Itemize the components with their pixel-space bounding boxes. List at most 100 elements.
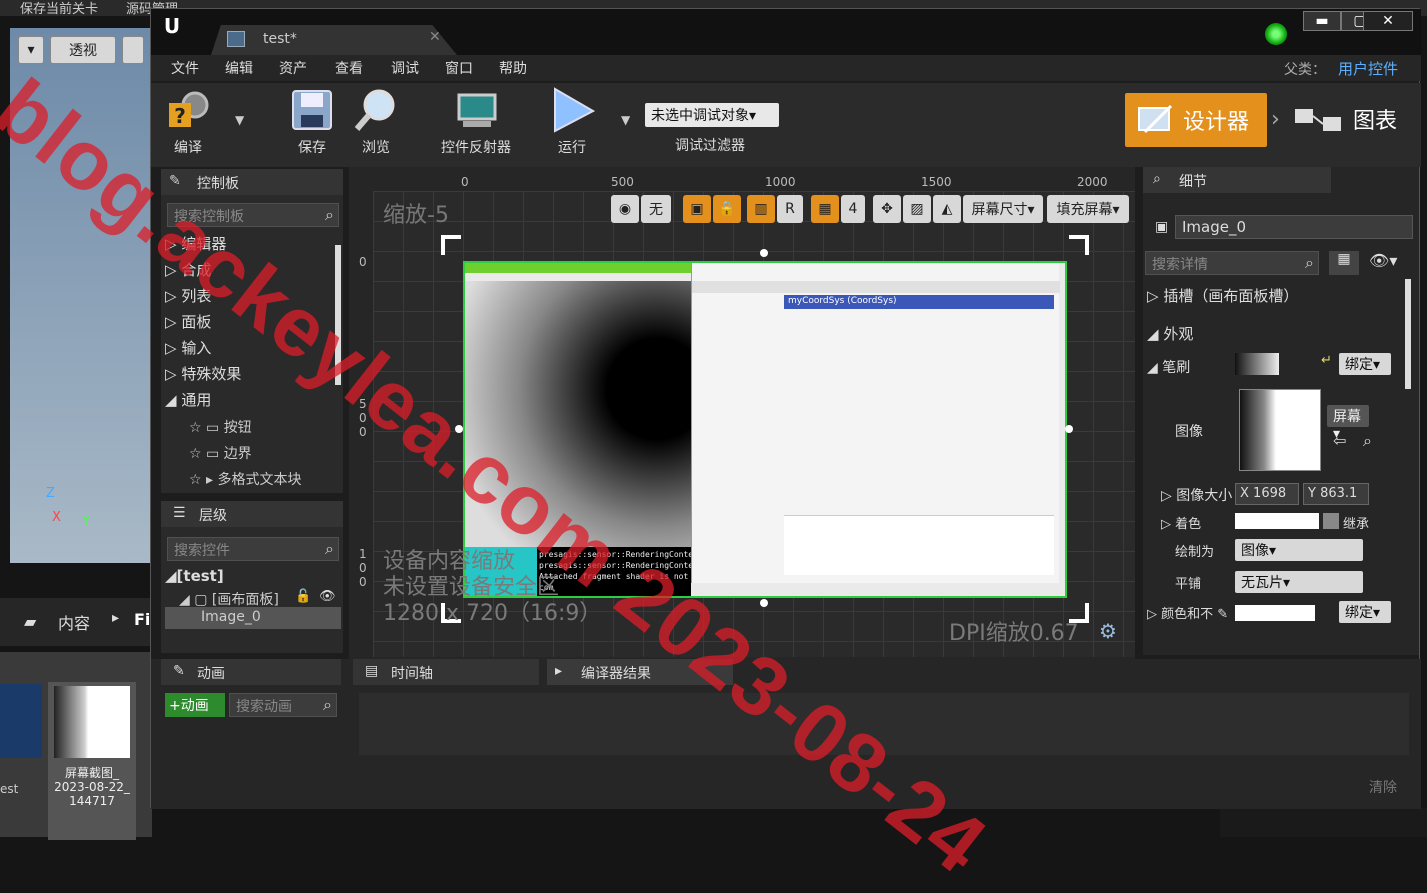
hierarchy-image-row[interactable]: Image_0 bbox=[165, 607, 341, 629]
close-button[interactable]: ✕ bbox=[1363, 11, 1413, 31]
draw-as-select[interactable]: 图像▾ bbox=[1235, 539, 1363, 561]
designer-mode-button[interactable]: 设计器 bbox=[1125, 93, 1267, 147]
view-mode-button[interactable] bbox=[122, 36, 144, 64]
widget-reflector-button[interactable]: 控件反射器 bbox=[441, 87, 511, 157]
menu-help[interactable]: 帮助 bbox=[499, 58, 527, 78]
asset-date: 2023-08-22_ bbox=[54, 780, 130, 794]
minimize-button[interactable]: ▬ bbox=[1303, 11, 1341, 31]
tint-color-swatch[interactable] bbox=[1235, 513, 1319, 529]
hierarchy-root[interactable]: ◢[test] bbox=[165, 567, 224, 585]
gear-icon[interactable]: ⚙ bbox=[1099, 619, 1117, 643]
grid-snap-value[interactable]: 4 bbox=[841, 195, 865, 223]
brush-bind-button[interactable]: 绑定▾ bbox=[1339, 353, 1391, 375]
localization-select[interactable]: 无 bbox=[641, 195, 671, 223]
image-icon[interactable]: ▨ bbox=[903, 195, 931, 223]
image-size-x-input[interactable]: X 1698 bbox=[1235, 483, 1299, 505]
menu-file[interactable]: 文件 bbox=[171, 58, 199, 78]
hierarchy-canvas-panel[interactable]: ◢ ▢ [画布面板] bbox=[179, 589, 279, 609]
resize-handle-top[interactable] bbox=[760, 249, 768, 257]
preview-inner-toolbar bbox=[692, 281, 1060, 293]
viewport-menu-button[interactable]: ▾ bbox=[18, 36, 44, 64]
content-path[interactable]: Fi bbox=[134, 610, 150, 629]
details-search-input[interactable]: 搜索详情 ⌕ bbox=[1145, 251, 1319, 275]
play-options-icon[interactable]: ▼ bbox=[621, 113, 630, 127]
ruler-left-0: 0 bbox=[359, 255, 367, 269]
palette-item-rich-text[interactable]: ☆ ▸ 多格式文本块 bbox=[189, 469, 301, 489]
tint-label[interactable]: ▷ 着色 bbox=[1161, 513, 1201, 532]
slot-section[interactable]: ▷ 插槽（画布面板槽） bbox=[1147, 285, 1298, 306]
eye-icon[interactable]: 👁▾ bbox=[1369, 251, 1397, 270]
image-asset-select[interactable]: 屏幕▾ bbox=[1327, 405, 1369, 442]
palette-item-button[interactable]: ☆ ▭ 按钮 bbox=[189, 417, 252, 437]
browse-button[interactable]: 浏览 bbox=[353, 87, 399, 157]
tiling-select[interactable]: 无瓦片▾ bbox=[1235, 571, 1363, 593]
menu-debug[interactable]: 调试 bbox=[391, 58, 419, 78]
appearance-section[interactable]: ◢ 外观 bbox=[1147, 323, 1193, 344]
outline-toggle-icon[interactable]: ▣ bbox=[683, 195, 711, 223]
palette-category-special-effects[interactable]: ▷ 特殊效果 bbox=[165, 363, 241, 384]
eye-icon[interactable]: 👁 bbox=[319, 589, 336, 604]
globe-icon[interactable]: ◉ bbox=[611, 195, 639, 223]
play-button[interactable]: 运行 bbox=[549, 87, 595, 157]
asset-thumbnail-left[interactable] bbox=[0, 684, 42, 758]
r-toggle[interactable]: R bbox=[777, 195, 803, 223]
details-scrollbar[interactable] bbox=[1405, 279, 1411, 389]
add-animation-button[interactable]: +动画 bbox=[165, 693, 225, 717]
widget-name-input[interactable]: Image_0 bbox=[1175, 215, 1413, 239]
save-button[interactable]: 保存 bbox=[289, 87, 335, 157]
menu-asset[interactable]: 资产 bbox=[279, 58, 307, 78]
palette-category-input[interactable]: ▷ 输入 bbox=[165, 337, 211, 358]
transform-icon[interactable]: ✥ bbox=[873, 195, 901, 223]
image-size-label[interactable]: ▷ 图像大小 bbox=[1161, 485, 1232, 505]
clear-button[interactable]: 清除 bbox=[1369, 777, 1397, 797]
resize-handle-right[interactable] bbox=[1065, 425, 1073, 433]
tab-timeline[interactable]: ▤ 时间轴 bbox=[353, 659, 539, 685]
palette-item-border[interactable]: ☆ ▭ 边界 bbox=[189, 443, 252, 463]
respect-locks-icon[interactable]: ▥ bbox=[747, 195, 775, 223]
hierarchy-search-input[interactable]: 搜索控件 ⌕ bbox=[167, 537, 339, 561]
use-selected-arrow-icon[interactable]: ⇦ bbox=[1333, 431, 1346, 450]
fill-screen-select[interactable]: 填充屏幕▾ bbox=[1047, 195, 1129, 223]
lock-icon[interactable]: 🔓 bbox=[295, 589, 311, 604]
menu-edit[interactable]: 编辑 bbox=[225, 58, 253, 78]
anchor-top-left[interactable] bbox=[441, 235, 461, 255]
axis-z: Z bbox=[46, 486, 55, 501]
color-opacity-label[interactable]: ▷ 颜色和不 ✎ bbox=[1147, 603, 1228, 622]
compile-options-icon[interactable]: ▼ bbox=[235, 113, 244, 127]
menu-window[interactable]: 窗口 bbox=[445, 58, 473, 78]
image-size-y-input[interactable]: Y 863.1 bbox=[1303, 483, 1369, 505]
asset-tile[interactable]: 屏幕截图_ 2023-08-22_ 144717 bbox=[48, 682, 136, 840]
browse-asset-icon[interactable]: ⌕ bbox=[1363, 431, 1372, 451]
debug-object-select[interactable]: 未选中调试对象▾ bbox=[645, 103, 779, 127]
graph-mode-button[interactable]: 图表 bbox=[1293, 101, 1397, 137]
grid-view-icon[interactable]: ▦ bbox=[1329, 251, 1359, 275]
resize-handle-bottom[interactable] bbox=[760, 599, 768, 607]
perspective-button[interactable]: 透视 bbox=[50, 36, 116, 64]
hierarchy-header: ☰ 层级 bbox=[161, 501, 343, 527]
content-label[interactable]: 内容 bbox=[58, 610, 90, 634]
animation-search-input[interactable]: 搜索动画 ⌕ bbox=[229, 693, 337, 717]
bg-save-level[interactable]: 保存当前关卡 bbox=[20, 0, 98, 17]
perspective-label: 透视 bbox=[69, 43, 97, 59]
inherit-checkbox[interactable] bbox=[1323, 513, 1339, 529]
brush-section[interactable]: ◢ 笔刷 bbox=[1147, 357, 1190, 377]
mirror-icon[interactable]: ◭ bbox=[933, 195, 961, 223]
animation-icon: ✎ bbox=[173, 663, 185, 679]
screen-size-select[interactable]: 屏幕尺寸▾ bbox=[963, 195, 1043, 223]
grid-snap-icon[interactable]: ▦ bbox=[811, 195, 839, 223]
color-bind-button[interactable]: 绑定▾ bbox=[1339, 601, 1391, 623]
lock-icon[interactable]: 🔒 bbox=[713, 195, 741, 223]
source-control-status-icon[interactable] bbox=[1265, 23, 1287, 45]
anchor-top-right[interactable] bbox=[1069, 235, 1089, 255]
close-tab-icon[interactable]: ✕ bbox=[429, 29, 441, 45]
palette-category-common[interactable]: ◢ 通用 bbox=[165, 389, 211, 410]
hierarchy-icon: ☰ bbox=[173, 505, 186, 521]
color-opacity-swatch[interactable] bbox=[1235, 605, 1315, 621]
reset-arrow-icon[interactable]: ↵ bbox=[1321, 353, 1332, 368]
parent-class-link[interactable]: 用户控件 bbox=[1338, 58, 1398, 79]
title-bar: U test* ✕ ▬ ▢ ✕ bbox=[151, 9, 1421, 55]
image-thumbnail[interactable] bbox=[1239, 389, 1321, 471]
document-tab[interactable] bbox=[211, 25, 457, 55]
menu-view[interactable]: 查看 bbox=[335, 58, 363, 78]
compile-button[interactable]: ? 编译 bbox=[165, 87, 211, 157]
